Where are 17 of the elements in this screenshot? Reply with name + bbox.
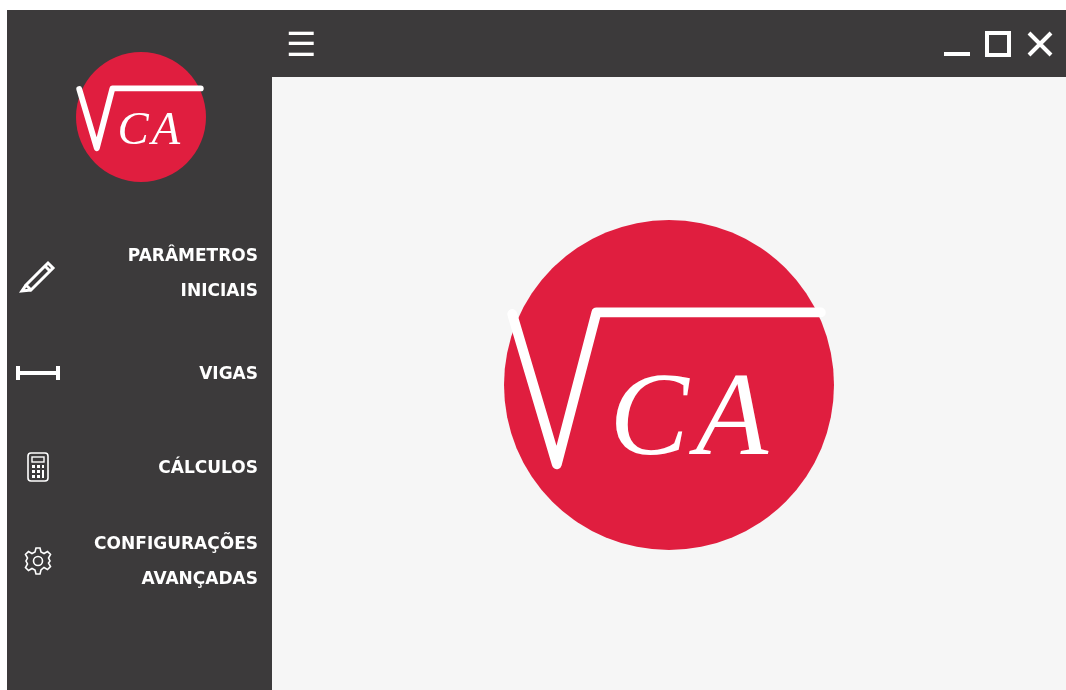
calculator-icon [27, 452, 49, 482]
close-icon [1026, 29, 1054, 58]
nav-item[interactable]: CONFIGURAÇÕES AVANÇADAS [7, 514, 272, 608]
radical-sign-icon [76, 85, 204, 152]
nav-item[interactable]: PARÂMETROS INICIAIS [7, 220, 272, 326]
minimize-icon [944, 51, 970, 56]
nav-item[interactable]: VIGAS [7, 326, 272, 420]
settings-icon [23, 546, 53, 576]
radical-sign-icon [507, 306, 826, 469]
close-button[interactable] [1026, 29, 1054, 58]
maximize-button[interactable] [984, 29, 1012, 58]
menu-button[interactable]: ☰ [282, 26, 320, 61]
nav-item[interactable]: CÁLCULOS [7, 420, 272, 514]
maximize-icon [984, 29, 1012, 58]
logo-text: CA [117, 102, 183, 155]
logo-text: CA [609, 347, 775, 480]
beam-icon [16, 366, 60, 380]
